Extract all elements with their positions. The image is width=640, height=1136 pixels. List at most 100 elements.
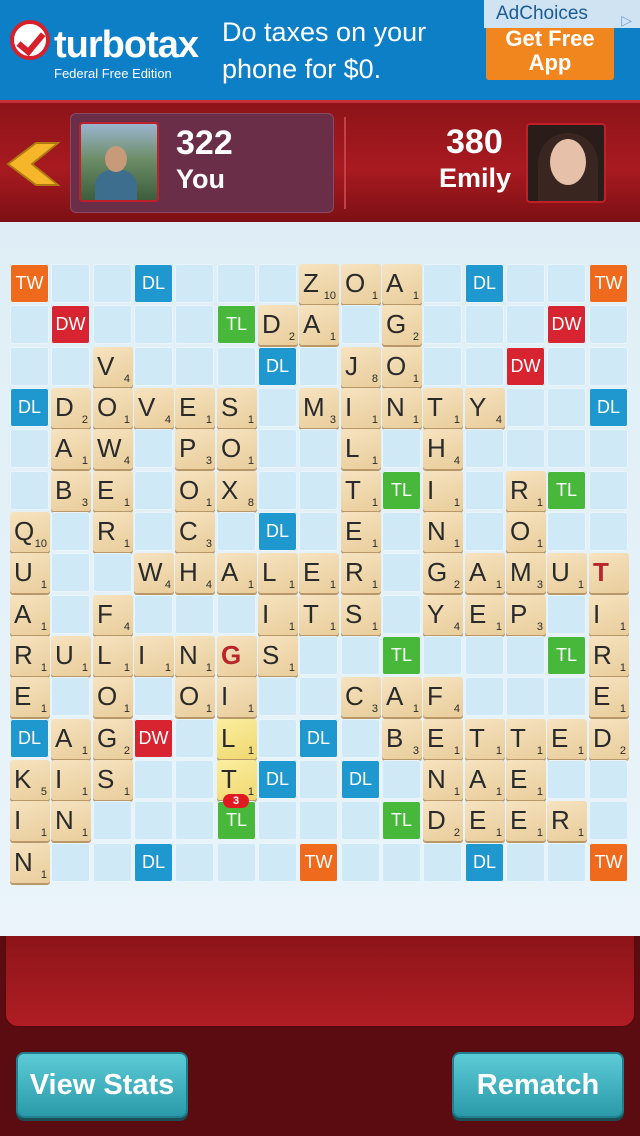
letter-tile: F4 bbox=[423, 677, 463, 717]
board-square bbox=[423, 843, 462, 882]
tile-value: 1 bbox=[247, 455, 254, 467]
rematch-button[interactable]: Rematch bbox=[452, 1052, 624, 1118]
ad-banner[interactable]: turbotax Federal Free Edition Do taxes o… bbox=[0, 0, 640, 100]
tile-letter: N bbox=[386, 392, 405, 422]
tile-value: 3 bbox=[371, 703, 378, 715]
tile-letter: K bbox=[14, 764, 32, 794]
opponent-avatar[interactable] bbox=[526, 123, 606, 203]
tile-value: 1 bbox=[371, 290, 378, 302]
tile-value: 4 bbox=[205, 579, 212, 591]
premium-square-tl: TL bbox=[547, 471, 586, 510]
opponent-name: Emily bbox=[439, 163, 512, 193]
tile-letter: U bbox=[551, 557, 570, 587]
player-score: 322 bbox=[176, 124, 233, 162]
tile-letter: A bbox=[386, 268, 404, 298]
tile-letter: H bbox=[179, 557, 198, 587]
tile-value: 1 bbox=[371, 621, 378, 633]
board-square bbox=[93, 801, 132, 840]
tile-letter: N bbox=[179, 640, 198, 670]
premium-square-dl: DL bbox=[258, 347, 297, 386]
board-square bbox=[217, 512, 256, 551]
back-button[interactable] bbox=[6, 139, 61, 189]
tile-letter: J bbox=[345, 351, 358, 381]
letter-tile: E1 bbox=[547, 719, 587, 759]
tile-value: 1 bbox=[371, 579, 378, 591]
board-square bbox=[423, 264, 462, 303]
letter-tile: T bbox=[589, 553, 629, 593]
turbotax-check-icon bbox=[10, 20, 50, 60]
player-avatar[interactable] bbox=[79, 122, 159, 202]
tile-value: 2 bbox=[453, 579, 460, 591]
board-square bbox=[547, 347, 586, 386]
letter-tile: N1 bbox=[10, 843, 50, 883]
view-stats-button[interactable]: View Stats bbox=[16, 1052, 188, 1118]
tile-value: 1 bbox=[247, 579, 254, 591]
letter-tile: B3 bbox=[51, 471, 91, 511]
board-square bbox=[217, 264, 256, 303]
tile-letter: E bbox=[427, 723, 445, 753]
board-square bbox=[134, 512, 173, 551]
letter-tile: H4 bbox=[175, 553, 215, 593]
tile-letter: R bbox=[510, 475, 529, 505]
letter-tile: L1 bbox=[341, 429, 381, 469]
premium-square-dw: DW bbox=[547, 305, 586, 344]
tile-letter: R bbox=[551, 805, 570, 835]
tile-letter: E bbox=[551, 723, 569, 753]
tile-value: 1 bbox=[577, 827, 584, 839]
board-square bbox=[423, 636, 462, 675]
letter-tile: I1 bbox=[589, 595, 629, 635]
tile-value: 1 bbox=[412, 414, 419, 426]
letter-tile: U1 bbox=[10, 553, 50, 593]
letter-tile: S1 bbox=[217, 388, 257, 428]
tile-letter: H bbox=[427, 433, 446, 463]
tile-value: 1 bbox=[329, 331, 336, 343]
tile-letter: C bbox=[179, 516, 198, 546]
board-square bbox=[341, 843, 380, 882]
tile-letter: O bbox=[97, 392, 118, 422]
board-square bbox=[258, 429, 297, 468]
premium-square-dl: DL bbox=[589, 388, 628, 427]
letter-tile: O1 bbox=[341, 264, 381, 304]
letter-tile: A1 bbox=[382, 264, 422, 304]
board-square bbox=[258, 471, 297, 510]
letter-tile: V4 bbox=[93, 347, 133, 387]
letter-tile: E1 bbox=[465, 801, 505, 841]
tile-value: 2 bbox=[412, 331, 419, 343]
letter-tile: A1 bbox=[51, 719, 91, 759]
letter-tile: D2 bbox=[51, 388, 91, 428]
tile-value: 1 bbox=[619, 662, 626, 674]
ad-cta-button[interactable]: Get Free App bbox=[486, 22, 614, 80]
tile-letter: N bbox=[55, 805, 74, 835]
board-square bbox=[465, 347, 504, 386]
board-square bbox=[93, 843, 132, 882]
letter-tile: F4 bbox=[93, 595, 133, 635]
adchoices-label[interactable]: AdChoices ▷ bbox=[484, 0, 640, 28]
letter-tile: O1 bbox=[175, 471, 215, 511]
letter-tile: G bbox=[217, 636, 257, 676]
letter-tile: S1 bbox=[258, 636, 298, 676]
tile-value: 1 bbox=[81, 745, 88, 757]
tile-letter: O bbox=[179, 475, 200, 505]
tile-value: 1 bbox=[247, 414, 254, 426]
tile-value: 10 bbox=[34, 538, 47, 550]
letter-tile: R1 bbox=[10, 636, 50, 676]
tile-value: 1 bbox=[412, 373, 419, 385]
tile-letter: F bbox=[97, 599, 113, 629]
tile-letter: V bbox=[97, 351, 115, 381]
game-board[interactable]: TW DL Z 10 O 1 A 1 DL TW DW TL D 2 A 1 G 2 DW V 4 DL J 8 O 1 DW DL D… bbox=[10, 264, 630, 884]
board-square bbox=[258, 719, 297, 758]
board-square bbox=[547, 388, 586, 427]
tile-letter: T bbox=[469, 723, 485, 753]
letter-tile: I1 bbox=[423, 471, 463, 511]
tile-letter: S bbox=[262, 640, 280, 670]
tile-value: 1 bbox=[536, 827, 543, 839]
board-square bbox=[423, 347, 462, 386]
premium-square-dl: DL bbox=[10, 388, 49, 427]
board-square bbox=[423, 305, 462, 344]
board-square bbox=[175, 801, 214, 840]
letter-tile: O1 bbox=[93, 388, 133, 428]
letter-tile: Q 10 bbox=[10, 512, 50, 552]
letter-tile: M3 bbox=[299, 388, 339, 428]
tile-letter: A bbox=[55, 433, 73, 463]
premium-square-tw: TW bbox=[589, 843, 628, 882]
